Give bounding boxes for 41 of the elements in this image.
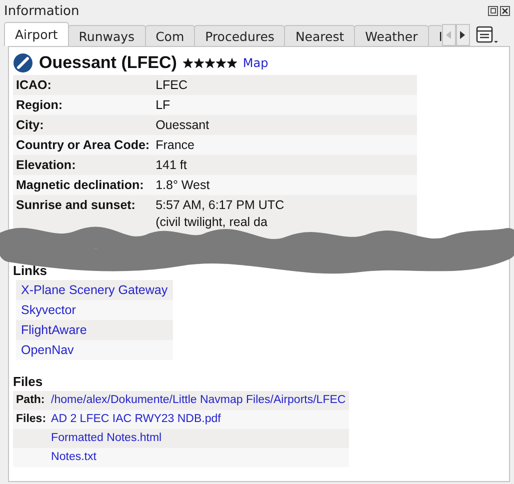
map-link[interactable]: Map (242, 56, 268, 70)
tab[interactable]: Runways (68, 25, 146, 46)
detail-label: Elevation: (13, 155, 153, 175)
star-icon (226, 58, 237, 68)
tab[interactable]: Com (144, 25, 196, 46)
star-icon (194, 58, 204, 68)
detail-note: (civil twilight, real da (156, 215, 268, 229)
float-icon[interactable] (488, 6, 498, 16)
tab[interactable]: I (428, 25, 443, 46)
tab[interactable]: Weather (354, 25, 429, 46)
detail-label: Country or Area Code: (13, 135, 153, 155)
close-icon[interactable] (500, 6, 510, 16)
scroll-right-button[interactable] (456, 24, 470, 46)
detail-value: 141 ft (156, 158, 187, 172)
detail-label: City: (13, 115, 153, 135)
detail-label: ICAO: (13, 75, 153, 95)
left-arrow-icon (446, 31, 452, 39)
file-link[interactable]: Notes.txt (51, 451, 96, 463)
detail-label: Magnetic declination: (13, 175, 153, 195)
detail-value: 5:57 AM, 6:17 PM UTC (156, 198, 284, 212)
detail-value: 1.8° West (156, 178, 210, 192)
star-icon (216, 58, 226, 68)
detail-value: Ouessant (156, 118, 210, 132)
airport-name: Ouessant (LFEC) (39, 53, 177, 73)
path-label: Path: (13, 391, 48, 410)
detail-value: LFEC (156, 78, 188, 92)
star-icon (182, 58, 193, 68)
tab[interactable]: Airport (4, 22, 69, 46)
detail-value: LF (156, 98, 170, 112)
airport-icon (13, 53, 33, 73)
window-title: Information (4, 4, 80, 18)
files-label: Files: (16, 413, 46, 425)
detail-value: France (156, 138, 194, 152)
tab[interactable]: Nearest (284, 25, 356, 46)
tab[interactable]: Procedures (194, 25, 286, 46)
section-heading: Links (13, 263, 48, 278)
right-arrow-icon (460, 31, 466, 39)
section-heading: Files (13, 374, 44, 389)
detail-label: Sunrise and sunset: (13, 195, 153, 229)
detail-label: Region: (13, 95, 153, 115)
star-icon (204, 58, 215, 68)
